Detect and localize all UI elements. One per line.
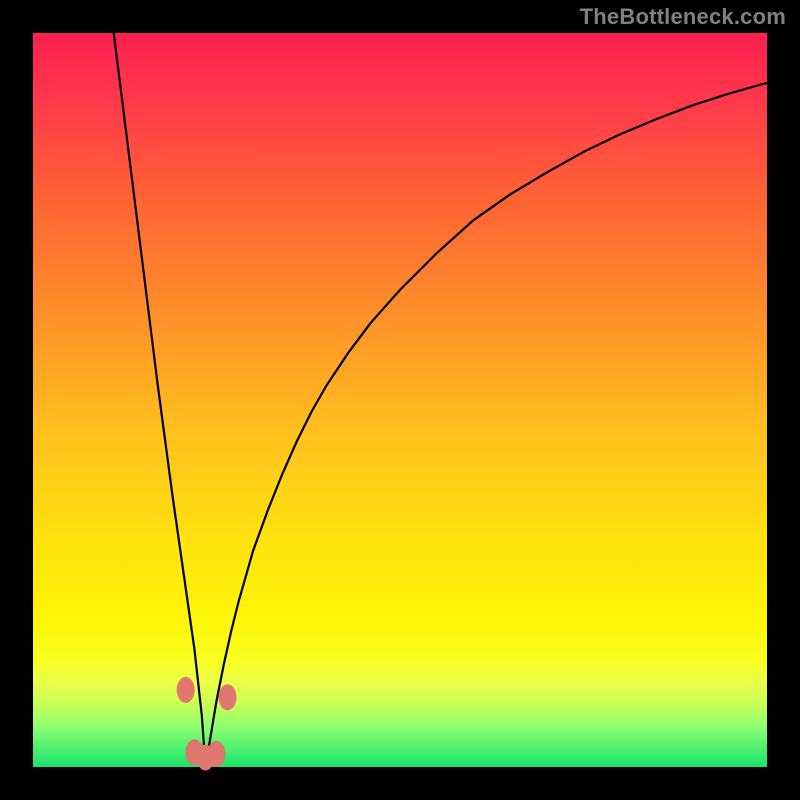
chart-frame: TheBottleneck.com xyxy=(0,0,800,800)
trough-marker xyxy=(208,741,226,767)
trough-marker xyxy=(219,684,237,710)
watermark-text: TheBottleneck.com xyxy=(580,4,786,30)
chart-gradient-bg xyxy=(33,33,767,767)
bottleneck-plot xyxy=(0,0,800,800)
trough-marker xyxy=(177,677,195,703)
